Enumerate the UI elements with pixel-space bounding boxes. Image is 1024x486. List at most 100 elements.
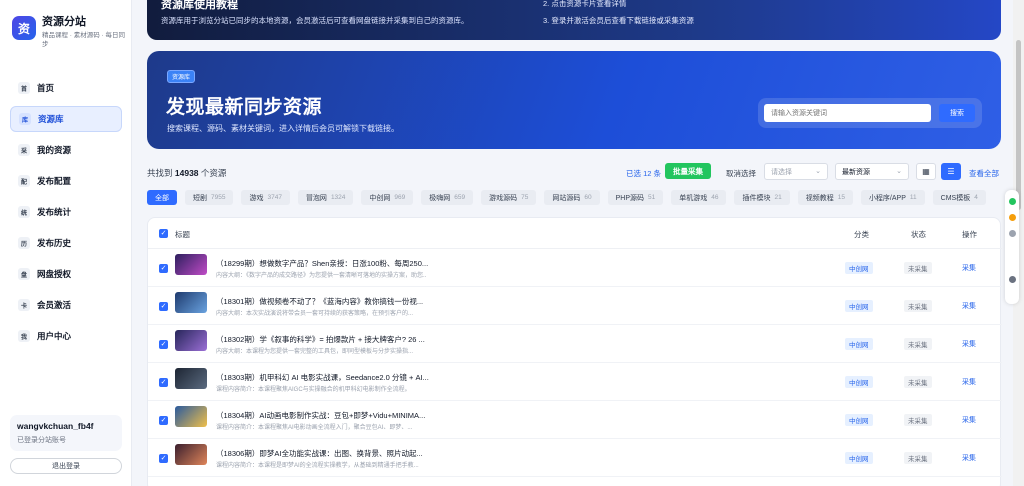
category-chip[interactable]: PHP源码 51 <box>607 190 664 205</box>
category-count: 21 <box>774 194 782 201</box>
row-desc: 课程内容简介：本课程是即梦AI的全流程实操教学，从基础到精通手把手教... <box>216 463 419 469</box>
category-label: 全部 <box>155 194 169 202</box>
category-label: 短剧 <box>193 194 207 202</box>
brand[interactable]: 资 资源分站 精品课程 · 素材源码 · 每日同步 <box>12 16 126 49</box>
collect-link[interactable]: 采集 <box>962 415 976 425</box>
category-badge: 中创网 <box>845 262 873 274</box>
cancel-select-button[interactable]: 取消选择 <box>726 168 756 179</box>
category-chip[interactable]: 中创网 969 <box>361 190 414 205</box>
selected-count: 已选 12 条 <box>626 169 662 178</box>
grid-view-button[interactable]: ▦ <box>916 163 936 180</box>
category-count: 4 <box>974 194 978 201</box>
category-label: 小程序/APP <box>868 194 906 202</box>
row-checkbox[interactable]: ✓ <box>159 416 168 425</box>
category-chip[interactable]: 视频教程 15 <box>797 190 853 205</box>
category-chip[interactable]: 极嗨网 659 <box>421 190 474 205</box>
row-thumbnail[interactable] <box>175 330 207 351</box>
row-thumbnail[interactable] <box>175 292 207 313</box>
row-title[interactable]: （18304期）AI动画电影制作实战：豆包+即梦+Vidu+MINIMA... <box>216 410 466 421</box>
resource-table: ✓ 标题 分类 状态 操作 ✓ （18299期）想做数字产品？Shen亲授：日涨1… <box>147 217 1002 486</box>
table-row[interactable]: ✓ （18299期）想做数字产品？Shen亲授：日涨100粉、每周250... 内容… <box>148 249 1002 287</box>
sidebar-item-label: 发布配置 <box>37 176 72 186</box>
status-dot-icon[interactable] <box>1009 198 1016 205</box>
collect-link[interactable]: 采集 <box>962 377 976 387</box>
row-checkbox[interactable]: ✓ <box>159 378 168 387</box>
collect-link[interactable]: 采集 <box>962 263 976 273</box>
status-badge: 未采集 <box>904 300 932 312</box>
category-count: 7955 <box>211 194 226 201</box>
user-card: wangvkchuan_fb4f 已登录分站账号 <box>10 415 122 451</box>
category-chip[interactable]: 小程序/APP 11 <box>860 190 925 205</box>
my-resources-icon: 采 <box>18 144 30 156</box>
sidebar-item-publish-config[interactable]: 配发布配置 <box>10 168 122 194</box>
view-all-link[interactable]: 查看全部 <box>969 168 999 179</box>
table-row[interactable]: ✓ （18303期）机甲科幻 AI 电影实战课，Seedance2.0 分镜 + … <box>148 363 1002 401</box>
sidebar: 资 资源分站 精品课程 · 素材源码 · 每日同步 首首页库资源库采我的资源配发… <box>0 0 132 486</box>
row-thumbnail[interactable] <box>175 406 207 427</box>
batch-collect-button[interactable]: 批量采集 <box>665 163 711 179</box>
category-chip[interactable]: CMS模板 4 <box>932 190 986 205</box>
category-chip[interactable]: 网站源码 60 <box>544 190 600 205</box>
logout-button[interactable]: 退出登录 <box>10 458 122 474</box>
result-count-prefix: 共找到 <box>147 168 173 178</box>
category-count: 60 <box>584 194 592 201</box>
category-chip[interactable]: 短剧 7955 <box>185 190 234 205</box>
row-checkbox[interactable]: ✓ <box>159 454 168 463</box>
category-chip[interactable]: 游戏源码 75 <box>481 190 537 205</box>
collect-link[interactable]: 采集 <box>962 339 976 349</box>
row-checkbox[interactable]: ✓ <box>159 302 168 311</box>
sidebar-item-home[interactable]: 首首页 <box>10 75 122 101</box>
library-icon: 库 <box>19 113 31 125</box>
row-thumbnail[interactable] <box>175 444 207 465</box>
search-input[interactable] <box>764 104 931 122</box>
sidebar-item-member-activation[interactable]: 卡会员激活 <box>10 292 122 318</box>
category-chip[interactable]: 单机游戏 46 <box>671 190 727 205</box>
status-badge: 未采集 <box>904 414 932 426</box>
row-title[interactable]: （18301期）做视频卷不动了？《蓝海内容》教你搞钱一份视... <box>216 296 466 307</box>
notice-dot-icon[interactable] <box>1009 214 1016 221</box>
category-label: 中创网 <box>369 194 391 202</box>
category-chip[interactable]: 全部 <box>147 190 177 205</box>
category-chip[interactable]: 冒泡网 1324 <box>297 190 354 205</box>
sort-select[interactable]: 最新资源 ⌄ <box>835 163 909 180</box>
category-chip[interactable]: 游戏 3747 <box>241 190 290 205</box>
tool-dot-icon[interactable] <box>1009 230 1016 237</box>
row-title[interactable]: （18302期）学《叙事的科学》= 拍爆款片 + 接大牌客户? 26 ... <box>216 334 466 345</box>
sidebar-item-publish-stats[interactable]: 统发布统计 <box>10 199 122 225</box>
header-action: 操作 <box>962 230 977 239</box>
scrollbar-thumb[interactable] <box>1016 40 1021 210</box>
row-checkbox[interactable]: ✓ <box>159 264 168 273</box>
select-all-checkbox[interactable]: ✓ <box>159 229 168 238</box>
search-button[interactable]: 搜索 <box>939 104 975 122</box>
header-category: 分类 <box>854 230 869 239</box>
row-checkbox[interactable]: ✓ <box>159 340 168 349</box>
category-chip[interactable]: 插件模块 21 <box>734 190 790 205</box>
category-badge: 中创网 <box>845 376 873 388</box>
settings-dot-icon[interactable] <box>1009 276 1016 283</box>
row-title[interactable]: （18306期）即梦AI全功能实战课：出图、换背景、照片动起... <box>216 448 466 459</box>
tutorial-title: 资源库使用教程 <box>161 0 238 11</box>
row-thumbnail[interactable] <box>175 368 207 389</box>
sidebar-item-netdisk-auth[interactable]: 盘网盘授权 <box>10 261 122 287</box>
table-row[interactable]: ✓ （18302期）学《叙事的科学》= 拍爆款片 + 接大牌客户? 26 ... 内… <box>148 325 1002 363</box>
table-row[interactable]: ✓ （18301期）做视频卷不动了？《蓝海内容》教你搞钱一份视... 内容大纲：本次… <box>148 287 1002 325</box>
status-badge: 未采集 <box>904 262 932 274</box>
brand-title: 资源分站 <box>42 16 86 28</box>
chevron-down-icon: ⌄ <box>815 168 821 175</box>
filter-select[interactable]: 请选择 ⌄ <box>764 163 828 180</box>
sidebar-item-my-resources[interactable]: 采我的资源 <box>10 137 122 163</box>
row-title[interactable]: （18303期）机甲科幻 AI 电影实战课，Seedance2.0 分镜 + A… <box>216 372 466 383</box>
sidebar-item-library[interactable]: 库资源库 <box>10 106 122 132</box>
collect-link[interactable]: 采集 <box>962 453 976 463</box>
category-label: CMS模板 <box>940 194 971 202</box>
sidebar-item-user-center[interactable]: 我用户中心 <box>10 323 122 349</box>
row-thumbnail[interactable] <box>175 254 207 275</box>
sidebar-item-publish-history[interactable]: 历发布历史 <box>10 230 122 256</box>
category-count: 1324 <box>330 194 346 201</box>
table-row[interactable]: ✓ （18306期）即梦AI全功能实战课：出图、换背景、照片动起... 课程内容简介… <box>148 439 1002 477</box>
collect-link[interactable]: 采集 <box>962 301 976 311</box>
row-title[interactable]: （18299期）想做数字产品？Shen亲授：日涨100粉、每周250... <box>216 258 466 269</box>
list-view-button[interactable]: ☰ <box>941 163 961 180</box>
sidebar-item-label: 我的资源 <box>37 145 72 155</box>
table-row[interactable]: ✓ （18304期）AI动画电影制作实战：豆包+即梦+Vidu+MINIMA...… <box>148 401 1002 439</box>
